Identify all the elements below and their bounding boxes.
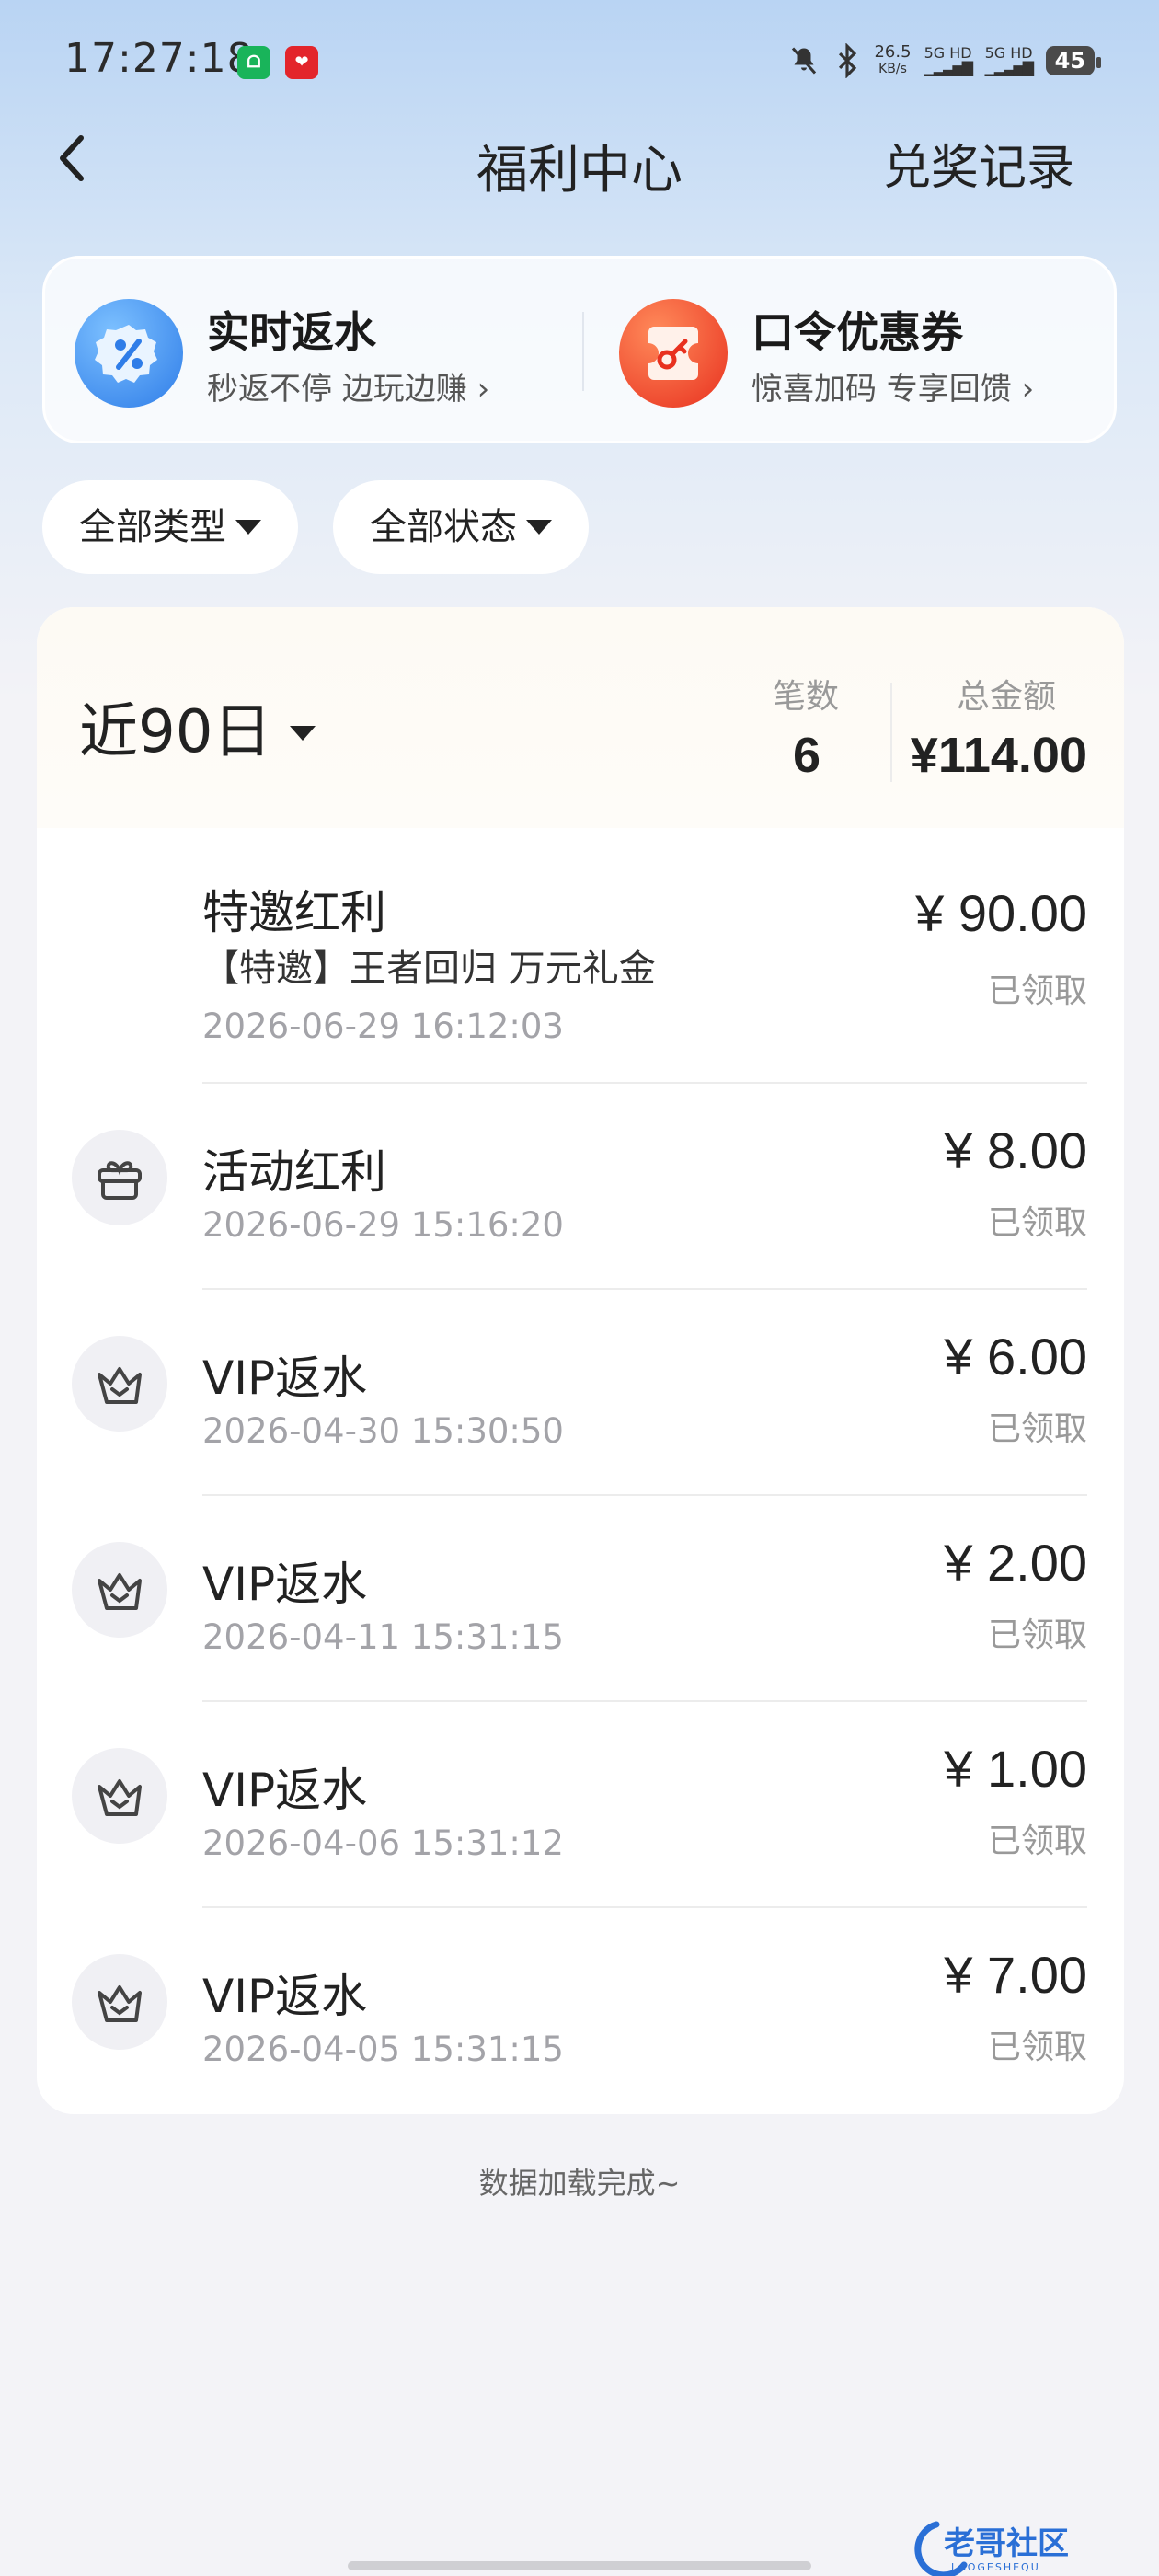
crown-icon [72,1542,167,1638]
promo-coupon-code[interactable]: 口令优惠券 惊喜加码 专享回馈 › [619,299,1097,409]
caret-down-icon [235,520,261,535]
crown-icon [72,1748,167,1844]
record-row[interactable]: VIP返水 2026-04-06 15:31:12 ¥ 1.00 已领取 [37,1702,1124,1908]
count-value: 6 [793,728,821,783]
count-label: 笔数 [773,678,840,716]
record-amount: ¥ 8.00 [944,1121,1087,1179]
record-title: 活动红利 [202,1145,386,1199]
record-amount: ¥ 1.00 [944,1740,1087,1798]
home-indicator[interactable] [348,2561,811,2570]
filter-type-dropdown[interactable]: 全部类型 [42,480,298,574]
record-status: 已领取 [987,1204,1087,1242]
record-time: 2026-04-11 15:31:15 [202,1617,564,1657]
nav-bar: 福利中心 兑奖记录 [0,120,1159,230]
app-notification-icon: ᗝ [237,46,270,79]
coupon-key-icon [619,299,728,408]
summary-header: 近90日 笔数 6 总金额 ¥114.00 [37,607,1124,828]
watermark-text: 老哥社区 [944,2525,1069,2562]
record-time: 2026-06-29 16:12:03 [202,1006,564,1046]
signal-indicator-1: 5G HD ▁▂▃▅▇ [924,44,974,76]
signal-indicator-2: 5G HD ▁▂▃▅▇ [984,44,1035,76]
record-row[interactable]: VIP返水 2026-04-05 15:31:15 ¥ 7.00 已领取 [37,1908,1124,2114]
record-row[interactable]: VIP返水 2026-04-11 15:31:15 ¥ 2.00 已领取 [37,1496,1124,1702]
record-status: 已领取 [987,2029,1087,2066]
battery-indicator: 45 [1045,46,1102,75]
promo-subtitle: 秒返不停 边玩边赚 › [207,371,490,408]
period-dropdown[interactable]: 近90日 [79,684,316,769]
record-time: 2026-04-06 15:31:12 [202,1823,564,1863]
record-title: VIP返水 [202,1970,368,2023]
chevron-right-icon: › [1021,371,1035,408]
total-value: ¥114.00 [910,728,1087,783]
filter-status-dropdown[interactable]: 全部状态 [333,480,589,574]
record-title: VIP返水 [202,1764,368,1817]
net-speed: 26.5 KB/s [874,42,912,77]
watermark-logo: 老哥社区 LAOGESHEQU [900,2517,1139,2576]
records-card: 近90日 笔数 6 总金额 ¥114.00 特邀红利 【特邀】王者回归 万元礼金… [37,607,1124,2114]
total-label: 总金额 [957,678,1057,716]
record-time: 2026-04-30 15:30:50 [202,1411,564,1451]
record-time: 2026-06-29 15:16:20 [202,1205,564,1245]
redeem-history-link[interactable]: 兑奖记录 [883,129,1074,198]
record-row[interactable]: VIP返水 2026-04-30 15:30:50 ¥ 6.00 已领取 [37,1290,1124,1496]
record-title: 特邀红利 [202,886,386,939]
record-status: 已领取 [987,1410,1087,1448]
record-status: 已领取 [987,1616,1087,1654]
mute-bell-icon [792,47,817,75]
record-title: VIP返水 [202,1558,368,1611]
divider [582,312,584,391]
app-notification-icon: ❤ [285,46,318,79]
record-amount: ¥ 2.00 [944,1534,1087,1592]
crown-icon [72,1954,167,2050]
record-row[interactable]: 特邀红利 【特邀】王者回归 万元礼金 2026-06-29 16:12:03 ¥… [37,828,1124,1084]
divider [890,683,892,782]
promo-subtitle: 惊喜加码 专享回馈 › [752,371,1035,408]
record-status: 已领取 [987,1823,1087,1860]
bluetooth-icon [839,43,857,78]
record-row[interactable]: 活动红利 2026-06-29 15:16:20 ¥ 8.00 已领取 [37,1084,1124,1290]
percent-badge-icon [75,299,183,408]
caret-down-icon [526,520,552,535]
promo-title: 实时返水 [207,307,376,357]
record-amount: ¥ 6.00 [944,1328,1087,1386]
gift-box-icon [72,1130,167,1225]
record-amount: ¥ 7.00 [944,1946,1087,2004]
caret-down-icon [290,726,316,742]
record-time: 2026-04-05 15:31:15 [202,2030,564,2069]
promo-realtime-rebate[interactable]: 实时返水 秒返不停 边玩边赚 › [75,299,571,409]
status-icons: 26.5 KB/s 5G HD ▁▂▃▅▇ 5G HD ▁▂▃▅▇ 45 [787,40,1102,81]
record-amount: ¥ 90.00 [915,884,1087,942]
load-complete-note: 数据加载完成~ [478,2166,681,2201]
status-bar: 17:27:18 ᗝ ❤ 26.5 KB/s 5G HD ▁▂▃▅▇ 5G HD… [0,0,1159,120]
record-title: VIP返水 [202,1351,368,1405]
status-time: 17:27:18 [64,35,254,82]
promo-title: 口令优惠券 [752,307,963,357]
record-status: 已领取 [987,972,1087,1010]
crown-icon [72,1336,167,1432]
watermark-subtext: LAOGESHEQU [951,2561,1040,2573]
promo-card: 实时返水 秒返不停 边玩边赚 › 口令优惠券 惊喜加码 专享回馈 › [42,256,1117,443]
chevron-right-icon: › [476,371,490,408]
record-description: 【特邀】王者回归 万元礼金 [202,948,656,990]
